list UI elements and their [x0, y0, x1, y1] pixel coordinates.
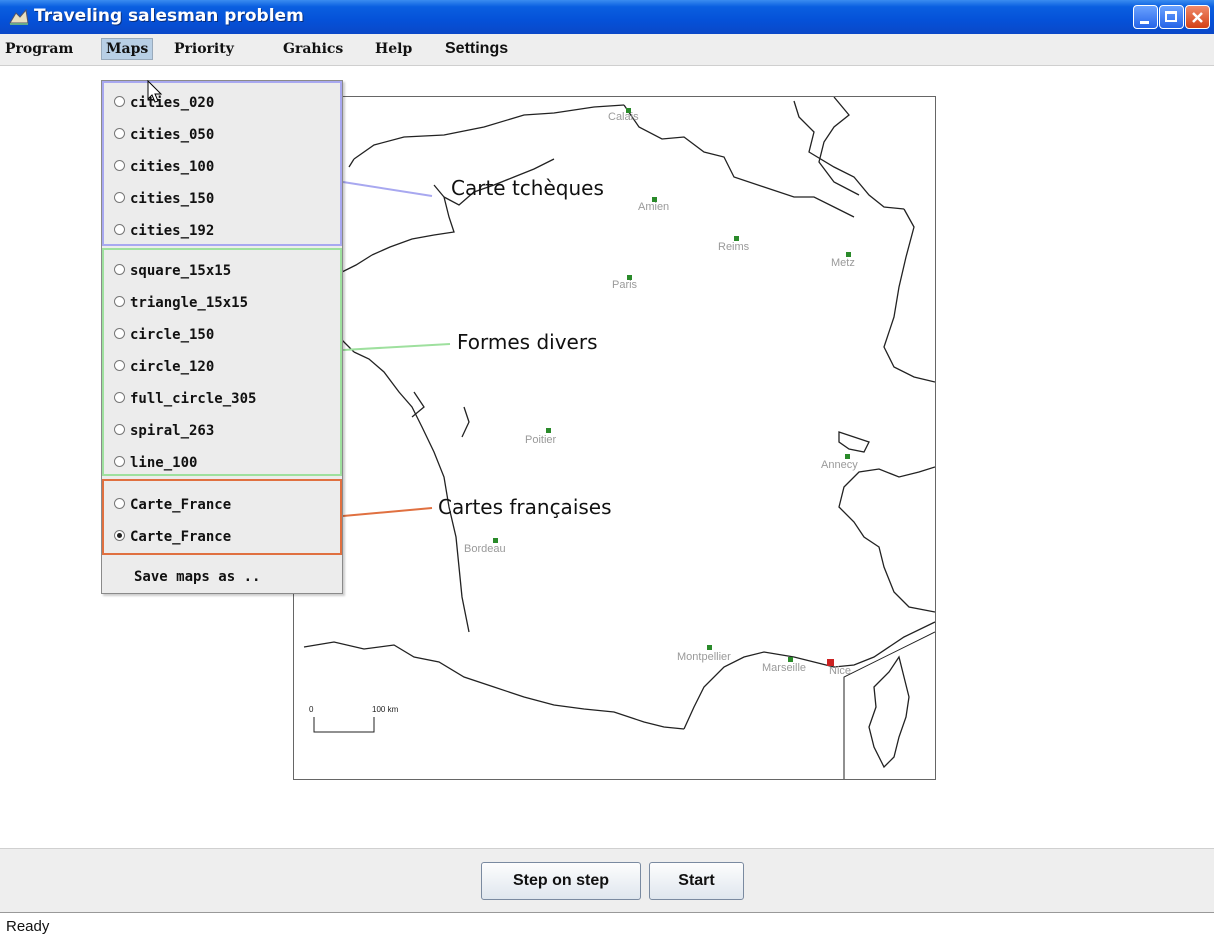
menu-item-label: full_circle_305 — [130, 391, 257, 407]
status-bar: Ready — [0, 912, 1214, 942]
mouse-cursor-icon — [147, 80, 163, 103]
menu-item-label: cities_150 — [130, 191, 215, 207]
radio-icon — [114, 264, 125, 275]
radio-icon — [114, 296, 125, 307]
status-text: Ready — [6, 918, 50, 935]
annotation-czech-maps: Carte tchèques — [451, 176, 604, 200]
menu-item-square[interactable]: square_15x15 — [114, 263, 231, 279]
radio-icon — [114, 392, 125, 403]
start-button[interactable]: Start — [649, 862, 744, 900]
menu-item-carte-france-2[interactable]: Carte_France — [114, 529, 231, 545]
menu-item-full-circle[interactable]: full_circle_305 — [114, 391, 256, 407]
radio-icon — [114, 192, 125, 203]
menu-item-label: circle_120 — [130, 359, 215, 375]
menu-item-label: circle_150 — [130, 327, 215, 343]
step-on-step-button[interactable]: Step on step — [481, 862, 641, 900]
annotation-shapes: Formes divers — [457, 330, 598, 354]
radio-icon — [114, 424, 125, 435]
menu-item-cities-192[interactable]: cities_192 — [114, 223, 214, 239]
menu-item-label: triangle_15x15 — [130, 295, 249, 311]
menu-item-label: Carte_France — [130, 529, 232, 545]
menu-item-line[interactable]: line_100 — [114, 455, 197, 471]
menu-item-circle-150[interactable]: circle_150 — [114, 327, 214, 343]
menu-item-label: square_15x15 — [130, 263, 232, 279]
maps-dropdown: cities_020 cities_050 cities_100 cities_… — [101, 80, 343, 594]
radio-icon — [114, 160, 125, 171]
menu-item-label: cities_050 — [130, 127, 215, 143]
menu-item-triangle[interactable]: triangle_15x15 — [114, 295, 248, 311]
menu-item-cities-100[interactable]: cities_100 — [114, 159, 214, 175]
radio-icon — [114, 224, 125, 235]
save-maps-as-item[interactable]: Save maps as .. — [134, 569, 260, 585]
menu-item-label: cities_192 — [130, 223, 215, 239]
radio-selected-icon — [114, 530, 125, 541]
menu-item-label: spiral_263 — [130, 423, 215, 439]
menu-item-carte-france-1[interactable]: Carte_France — [114, 497, 231, 513]
annotation-french-maps: Cartes françaises — [438, 495, 612, 519]
radio-icon — [114, 498, 125, 509]
menu-item-spiral[interactable]: spiral_263 — [114, 423, 214, 439]
radio-icon — [114, 328, 125, 339]
menu-item-cities-050[interactable]: cities_050 — [114, 127, 214, 143]
menu-item-label: Carte_France — [130, 497, 232, 513]
menu-item-label: cities_020 — [130, 95, 215, 111]
radio-icon — [114, 128, 125, 139]
menu-item-label: cities_100 — [130, 159, 215, 175]
radio-icon — [114, 96, 125, 107]
menu-item-label: line_100 — [130, 455, 198, 471]
radio-icon — [114, 360, 125, 371]
radio-icon — [114, 456, 125, 467]
menu-item-cities-020[interactable]: cities_020 — [114, 95, 214, 111]
menu-item-cities-150[interactable]: cities_150 — [114, 191, 214, 207]
menu-item-circle-120[interactable]: circle_120 — [114, 359, 214, 375]
